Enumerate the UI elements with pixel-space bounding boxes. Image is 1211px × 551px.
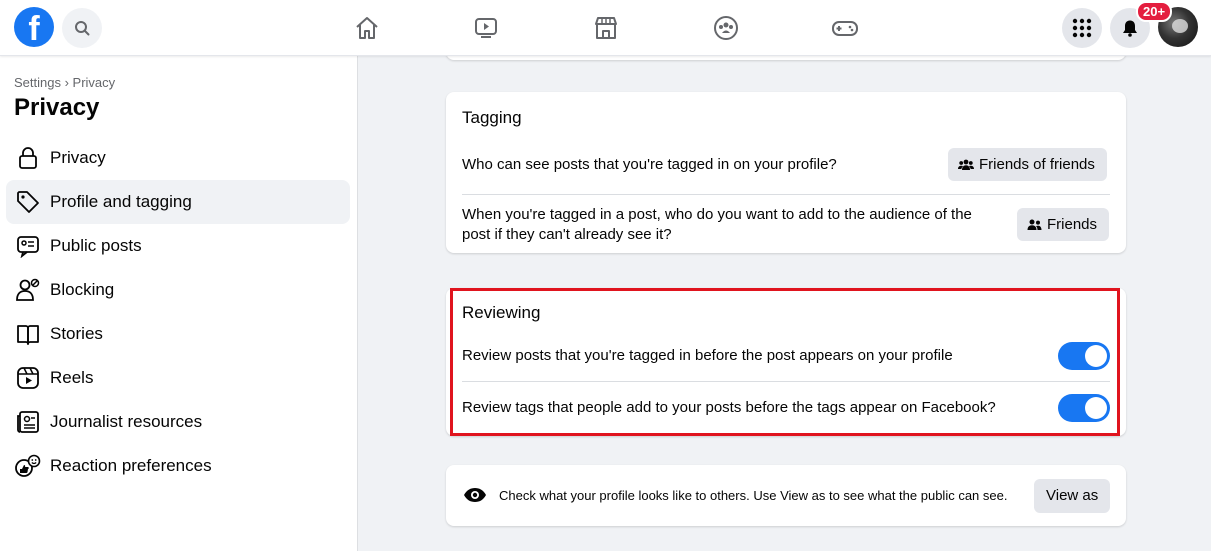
sidebar-menu: Privacy Profile and tagging Public posts…: [6, 136, 350, 488]
tagged-posts-visibility-text: Who can see posts that you're tagged in …: [462, 156, 837, 173]
gaming-icon: [832, 21, 858, 36]
bell-icon: [1123, 20, 1137, 37]
blocking-icon: [14, 276, 42, 304]
tag-audience-text-line2: post if they can't already see it?: [462, 226, 672, 243]
view-as-card: Check what your profile looks like to ot…: [446, 465, 1126, 526]
breadcrumb: Settings › Privacy: [14, 75, 116, 90]
sidebar-item-label: Privacy: [50, 148, 106, 167]
friends-of-friends-icon: [958, 159, 974, 171]
stories-icon: [14, 320, 42, 348]
review-tags-toggle[interactable]: [1058, 394, 1110, 422]
watch-icon: [475, 18, 497, 38]
view-as-button[interactable]: View as: [1034, 479, 1111, 513]
review-tagged-posts-text: Review posts that you're tagged in befor…: [462, 347, 953, 364]
grid-menu-icon: [1072, 18, 1092, 38]
tagged-posts-audience-button[interactable]: Friends of friends: [948, 148, 1107, 181]
sidebar-item-label: Blocking: [50, 280, 115, 299]
settings-sidebar: Settings › Privacy Privacy Privacy Profi…: [0, 56, 358, 551]
divider: [462, 381, 1110, 382]
sidebar-item-label: Public posts: [50, 236, 142, 255]
sidebar-item-public-posts[interactable]: Public posts: [6, 224, 350, 268]
marketplace-icon: [595, 17, 617, 39]
sidebar-item-label: Reaction preferences: [50, 456, 212, 475]
eye-icon: [463, 487, 487, 508]
tagged-posts-audience-label: Friends of friends: [979, 156, 1095, 173]
sidebar-item-journalist-resources[interactable]: Journalist resources: [6, 400, 350, 444]
tag-icon: [14, 188, 42, 216]
sidebar-item-label: Journalist resources: [50, 412, 203, 431]
top-navigation-bar: f 20+: [0, 0, 1211, 56]
reviewing-card: Reviewing Review posts that you're tagge…: [446, 288, 1126, 436]
marketplace-nav-button[interactable]: [586, 8, 626, 48]
friends-icon: [1027, 219, 1042, 231]
groups-nav-button[interactable]: [706, 8, 746, 48]
sidebar-item-label: Stories: [50, 324, 103, 343]
tag-audience-button[interactable]: Friends: [1017, 208, 1110, 241]
reaction-icon: [14, 452, 42, 480]
tagging-card: Tagging Who can see posts that you're ta…: [446, 92, 1126, 253]
tag-audience-label: Friends: [1047, 216, 1098, 233]
sidebar-item-privacy[interactable]: Privacy: [6, 136, 350, 180]
sidebar-item-profile-and-tagging[interactable]: Profile and tagging: [6, 180, 350, 224]
lock-icon: [14, 144, 42, 172]
facebook-logo[interactable]: f: [14, 7, 54, 47]
sidebar-item-reels[interactable]: Reels: [6, 356, 350, 400]
divider: [462, 194, 1110, 195]
journalist-icon: [14, 408, 42, 436]
groups-icon: [714, 16, 738, 40]
sidebar-item-reaction-preferences[interactable]: Reaction preferences: [6, 444, 350, 488]
home-nav-button[interactable]: [347, 8, 387, 48]
search-icon: [75, 21, 90, 36]
sidebar-item-stories[interactable]: Stories: [6, 312, 350, 356]
tagging-title: Tagging: [462, 108, 522, 127]
page-title: Privacy: [14, 94, 100, 121]
reviewing-title: Reviewing: [462, 303, 541, 322]
sidebar-item-blocking[interactable]: Blocking: [6, 268, 350, 312]
tag-audience-text-line1: When you're tagged in a post, who do you…: [462, 206, 972, 223]
review-tagged-posts-toggle[interactable]: [1058, 342, 1110, 370]
search-button[interactable]: [62, 8, 102, 48]
view-as-description: Check what your profile looks like to ot…: [499, 488, 1008, 503]
gaming-nav-button[interactable]: [825, 8, 865, 48]
sidebar-item-label: Reels: [50, 368, 94, 387]
watch-nav-button[interactable]: [466, 8, 506, 48]
tag-audience-text: When you're tagged in a post, who do you…: [462, 205, 972, 245]
review-tags-text: Review tags that people add to your post…: [462, 399, 996, 416]
public-posts-icon: [14, 232, 42, 260]
notification-badge: 20+: [1136, 1, 1173, 22]
sidebar-item-label: Profile and tagging: [50, 192, 192, 211]
reels-icon: [14, 364, 42, 392]
menu-button[interactable]: [1062, 8, 1102, 48]
home-icon: [356, 17, 378, 39]
